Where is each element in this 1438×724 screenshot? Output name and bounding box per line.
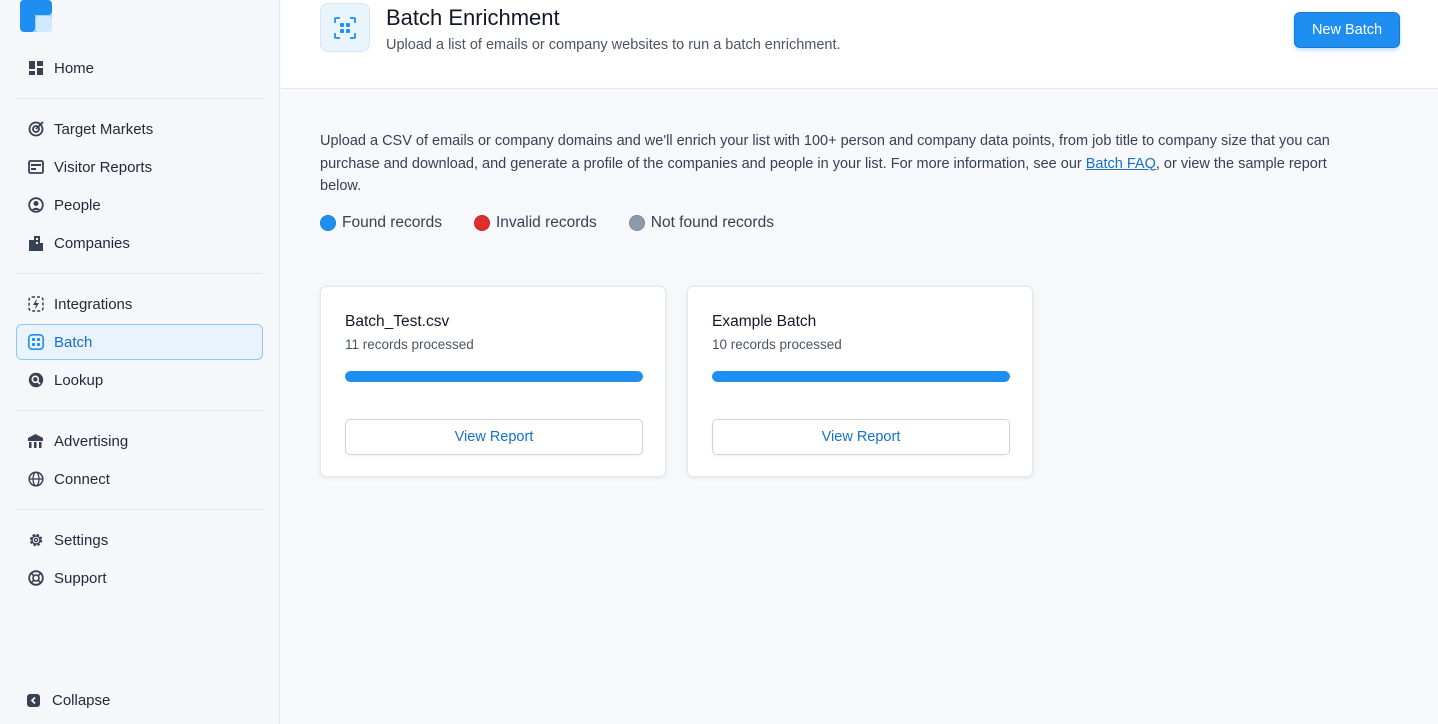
batch-progress-found [345, 371, 643, 382]
legend-label: Invalid records [495, 214, 597, 231]
sidebar-item-lookup[interactable]: Lookup [16, 362, 263, 398]
legend-label: Found records [342, 214, 442, 231]
batch-icon [27, 334, 44, 351]
collapse-icon [27, 693, 40, 707]
building-icon [27, 235, 44, 252]
intro-text: Upload a CSV of emails or company domain… [320, 130, 1360, 198]
globe-icon [27, 471, 44, 488]
batch-card: Batch_Test.csv 11 records processed View… [320, 286, 666, 477]
batch-name: Batch_Test.csv [345, 313, 450, 330]
page-subtitle: Upload a list of emails or company websi… [386, 37, 841, 53]
lookup-icon [27, 372, 44, 389]
home-icon [27, 60, 44, 77]
sidebar-item-advertising[interactable]: Advertising [16, 423, 263, 459]
sidebar-item-label: Target Markets [54, 120, 154, 138]
batch-records-count: 11 records processed [345, 337, 474, 352]
records-legend: Found records Invalid records Not found … [320, 214, 806, 232]
sidebar: Home Target Markets Visitor Reports Peop… [0, 0, 280, 724]
lightning-icon [27, 296, 44, 313]
sidebar-item-batch[interactable]: Batch [16, 324, 263, 360]
batch-records-count: 10 records processed [712, 337, 842, 352]
target-icon [27, 121, 44, 138]
sidebar-item-label: Advertising [54, 432, 129, 450]
sidebar-item-label: Home [54, 59, 95, 77]
sidebar-item-label: Settings [54, 531, 109, 549]
legend-dot-invalid [473, 215, 490, 231]
new-batch-button[interactable]: New Batch [1294, 12, 1400, 48]
legend-item-found: Found records [320, 214, 442, 232]
page-title: Batch Enrichment [386, 5, 560, 30]
batch-card: Example Batch 10 records processed View … [687, 286, 1033, 477]
sidebar-item-label: Lookup [54, 371, 104, 389]
legend-label: Not found records [650, 214, 774, 231]
person-icon [27, 197, 44, 214]
legend-item-not-found: Not found records [628, 214, 774, 232]
sidebar-item-people[interactable]: People [16, 187, 263, 223]
sidebar-item-label: Visitor Reports [54, 158, 153, 176]
sidebar-item-target-markets[interactable]: Target Markets [16, 111, 263, 147]
batch-progress-bar [712, 371, 1010, 382]
view-report-button[interactable]: View Report [712, 419, 1010, 455]
sidebar-item-support[interactable]: Support [16, 560, 263, 596]
sidebar-item-visitor-reports[interactable]: Visitor Reports [16, 149, 263, 185]
sidebar-item-label: Integrations [54, 295, 133, 313]
gear-icon [27, 532, 44, 549]
nav-divider [16, 273, 263, 274]
batch-header-icon [320, 3, 370, 52]
batch-progress-found [712, 371, 1010, 382]
sidebar-item-label: Batch [54, 333, 93, 351]
sidebar-item-label: Companies [54, 234, 130, 252]
sidebar-item-home[interactable]: Home [16, 50, 263, 86]
collapse-button[interactable]: Collapse [26, 692, 110, 709]
nav-divider [16, 509, 263, 510]
collapse-label: Collapse [52, 692, 111, 709]
megaphone-icon [27, 433, 44, 450]
report-icon [27, 159, 44, 176]
sidebar-item-integrations[interactable]: Integrations [16, 286, 263, 322]
batch-name: Example Batch [712, 313, 817, 330]
app-logo[interactable] [20, 0, 52, 32]
lifebuoy-icon [27, 570, 44, 587]
sidebar-nav: Home Target Markets Visitor Reports Peop… [16, 50, 263, 598]
app: Home Target Markets Visitor Reports Peop… [0, 0, 1438, 724]
view-report-button[interactable]: View Report [345, 419, 643, 455]
sidebar-item-label: Support [54, 569, 107, 587]
legend-item-invalid: Invalid records [473, 214, 597, 232]
legend-dot-not-found [628, 215, 645, 231]
nav-divider [16, 98, 263, 99]
batch-progress-bar [345, 371, 643, 382]
page-header: Batch Enrichment Upload a list of emails… [281, 0, 1438, 89]
sidebar-item-label: People [54, 196, 101, 214]
batch-faq-link[interactable]: Batch FAQ [1086, 156, 1156, 172]
legend-dot-found [320, 215, 336, 231]
sidebar-item-connect[interactable]: Connect [16, 461, 263, 497]
sidebar-item-label: Connect [54, 470, 110, 488]
nav-divider [16, 410, 263, 411]
sidebar-item-settings[interactable]: Settings [16, 522, 263, 558]
sidebar-item-companies[interactable]: Companies [16, 225, 263, 261]
